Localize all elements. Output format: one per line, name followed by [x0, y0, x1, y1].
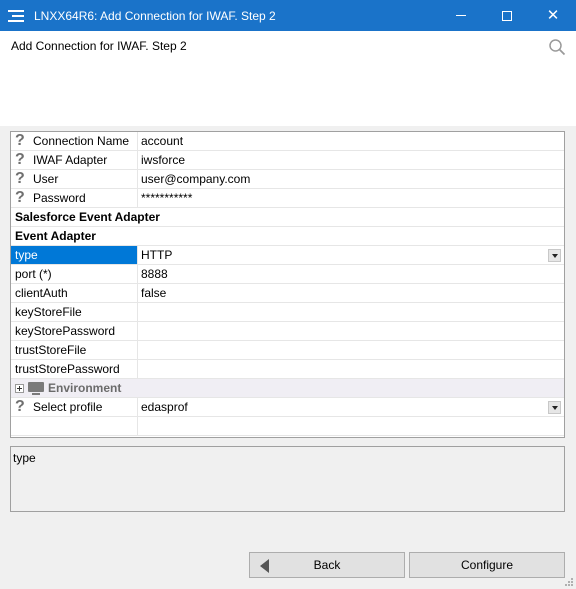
grid-row[interactable]	[11, 417, 564, 436]
grid-row[interactable]: Event Adapter	[11, 227, 564, 246]
help-icon: ?	[15, 151, 25, 168]
property-value-cell[interactable]	[138, 322, 564, 340]
property-value: account	[141, 134, 184, 148]
grid-row[interactable]: keyStoreFile	[11, 303, 564, 322]
back-button[interactable]: Back	[249, 552, 405, 578]
property-value: iwsforce	[141, 153, 186, 167]
property-name-cell[interactable]: ? Select profile	[11, 398, 138, 416]
property-name-cell[interactable]: keyStoreFile	[11, 303, 138, 321]
maximize-button[interactable]	[484, 0, 530, 31]
property-value-cell[interactable]: edasprof	[138, 398, 564, 416]
property-value: edasprof	[141, 400, 188, 414]
wizard-header: Add Connection for IWAF. Step 2	[0, 31, 576, 126]
property-name-cell[interactable]: Environment	[11, 379, 311, 397]
expand-icon[interactable]	[15, 383, 24, 393]
help-icon: ?	[15, 398, 25, 415]
property-value-cell[interactable]	[138, 303, 564, 321]
property-name-cell[interactable]	[11, 417, 138, 435]
property-name-cell[interactable]: port (*)	[11, 265, 138, 283]
property-value-cell[interactable]: user@company.com	[138, 170, 564, 188]
property-name-cell[interactable]: ? IWAF Adapter	[11, 151, 138, 169]
dropdown-arrow-icon[interactable]	[548, 249, 561, 262]
property-name: clientAuth	[15, 286, 68, 300]
grid-row[interactable]: ? Password ***********	[11, 189, 564, 208]
description-panel: type	[10, 446, 565, 512]
configure-button-label: Configure	[460, 558, 514, 572]
property-name-cell[interactable]: Salesforce Event Adapter	[11, 208, 311, 226]
minimize-icon	[456, 15, 466, 16]
grid-row[interactable]: ? User user@company.com	[11, 170, 564, 189]
property-name: type	[15, 248, 38, 262]
minimize-button[interactable]	[438, 0, 484, 31]
property-name: trustStoreFile	[15, 343, 87, 357]
configure-button[interactable]: Configure	[409, 552, 565, 578]
property-name-cell[interactable]: keyStorePassword	[11, 322, 138, 340]
search-icon[interactable]	[548, 38, 566, 56]
property-value-cell[interactable]: iwsforce	[138, 151, 564, 169]
property-name: Password	[33, 191, 86, 205]
property-name: keyStorePassword	[15, 324, 116, 338]
property-value-cell[interactable]	[138, 360, 564, 378]
help-icon: ?	[15, 132, 25, 149]
help-icon: ?	[15, 189, 25, 206]
close-button[interactable]: ✕	[530, 0, 576, 31]
maximize-icon	[502, 10, 512, 21]
property-name: trustStorePassword	[15, 362, 120, 376]
property-name-cell[interactable]: clientAuth	[11, 284, 138, 302]
grid-row[interactable]: Salesforce Event Adapter	[11, 208, 564, 227]
property-value: HTTP	[141, 248, 173, 262]
app-menu-icon[interactable]	[8, 9, 26, 23]
grid-row[interactable]: ? Select profile edasprof	[11, 398, 564, 417]
help-icon: ?	[15, 170, 25, 187]
property-name: IWAF Adapter	[33, 153, 108, 167]
property-name: User	[33, 172, 59, 186]
property-name-cell[interactable]: ? User	[11, 170, 138, 188]
grid-row[interactable]: type HTTP	[11, 246, 564, 265]
property-name-cell[interactable]: ? Password	[11, 189, 138, 207]
property-value-cell[interactable]	[138, 341, 564, 359]
close-icon: ✕	[546, 7, 560, 24]
property-name: Connection Name	[33, 134, 130, 148]
property-name: Environment	[48, 381, 122, 395]
property-value: ***********	[141, 191, 193, 205]
property-name: Event Adapter	[15, 229, 96, 243]
grid-row[interactable]: ? Connection Name account	[11, 132, 564, 151]
property-name-cell[interactable]: ? Connection Name	[11, 132, 138, 150]
grid-row[interactable]: port (*) 8888	[11, 265, 564, 284]
description-text: type	[13, 451, 36, 465]
grid-row[interactable]: trustStoreFile	[11, 341, 564, 360]
property-grid: ? Connection Name account? IWAF Adapter iwsf…	[10, 131, 565, 438]
property-value-cell[interactable]: ***********	[138, 189, 564, 207]
property-value-cell[interactable]	[138, 417, 564, 435]
property-name: Salesforce Event Adapter	[15, 210, 160, 224]
step-title: Add Connection for IWAF. Step 2	[11, 39, 187, 53]
property-value: false	[141, 286, 167, 300]
monitor-icon	[28, 381, 44, 395]
property-name-cell[interactable]: Event Adapter	[11, 227, 311, 245]
property-name-cell[interactable]: type	[11, 246, 138, 264]
dropdown-arrow-icon[interactable]	[548, 401, 561, 414]
property-value-cell[interactable]: account	[138, 132, 564, 150]
grid-row[interactable]: trustStorePassword	[11, 360, 564, 379]
title-bar: LNXX64R6: Add Connection for IWAF. Step …	[0, 0, 576, 31]
resize-grip-icon[interactable]	[564, 577, 574, 587]
back-arrow-icon	[260, 559, 269, 573]
property-name-cell[interactable]: trustStoreFile	[11, 341, 138, 359]
window-title: LNXX64R6: Add Connection for IWAF. Step …	[34, 8, 276, 23]
property-value-cell[interactable]: HTTP	[138, 246, 564, 264]
grid-row[interactable]: clientAuth false	[11, 284, 564, 303]
property-name: port (*)	[15, 267, 52, 281]
property-name: Select profile	[33, 400, 103, 414]
grid-row[interactable]: Environment	[11, 379, 564, 398]
property-value: 8888	[141, 267, 168, 281]
grid-row[interactable]: ? IWAF Adapter iwsforce	[11, 151, 564, 170]
property-value-cell[interactable]: false	[138, 284, 564, 302]
property-name: keyStoreFile	[15, 305, 82, 319]
grid-row[interactable]: keyStorePassword	[11, 322, 564, 341]
property-name-cell[interactable]: trustStorePassword	[11, 360, 138, 378]
property-value-cell[interactable]: 8888	[138, 265, 564, 283]
back-button-label: Back	[313, 558, 341, 572]
property-value: user@company.com	[141, 172, 251, 186]
